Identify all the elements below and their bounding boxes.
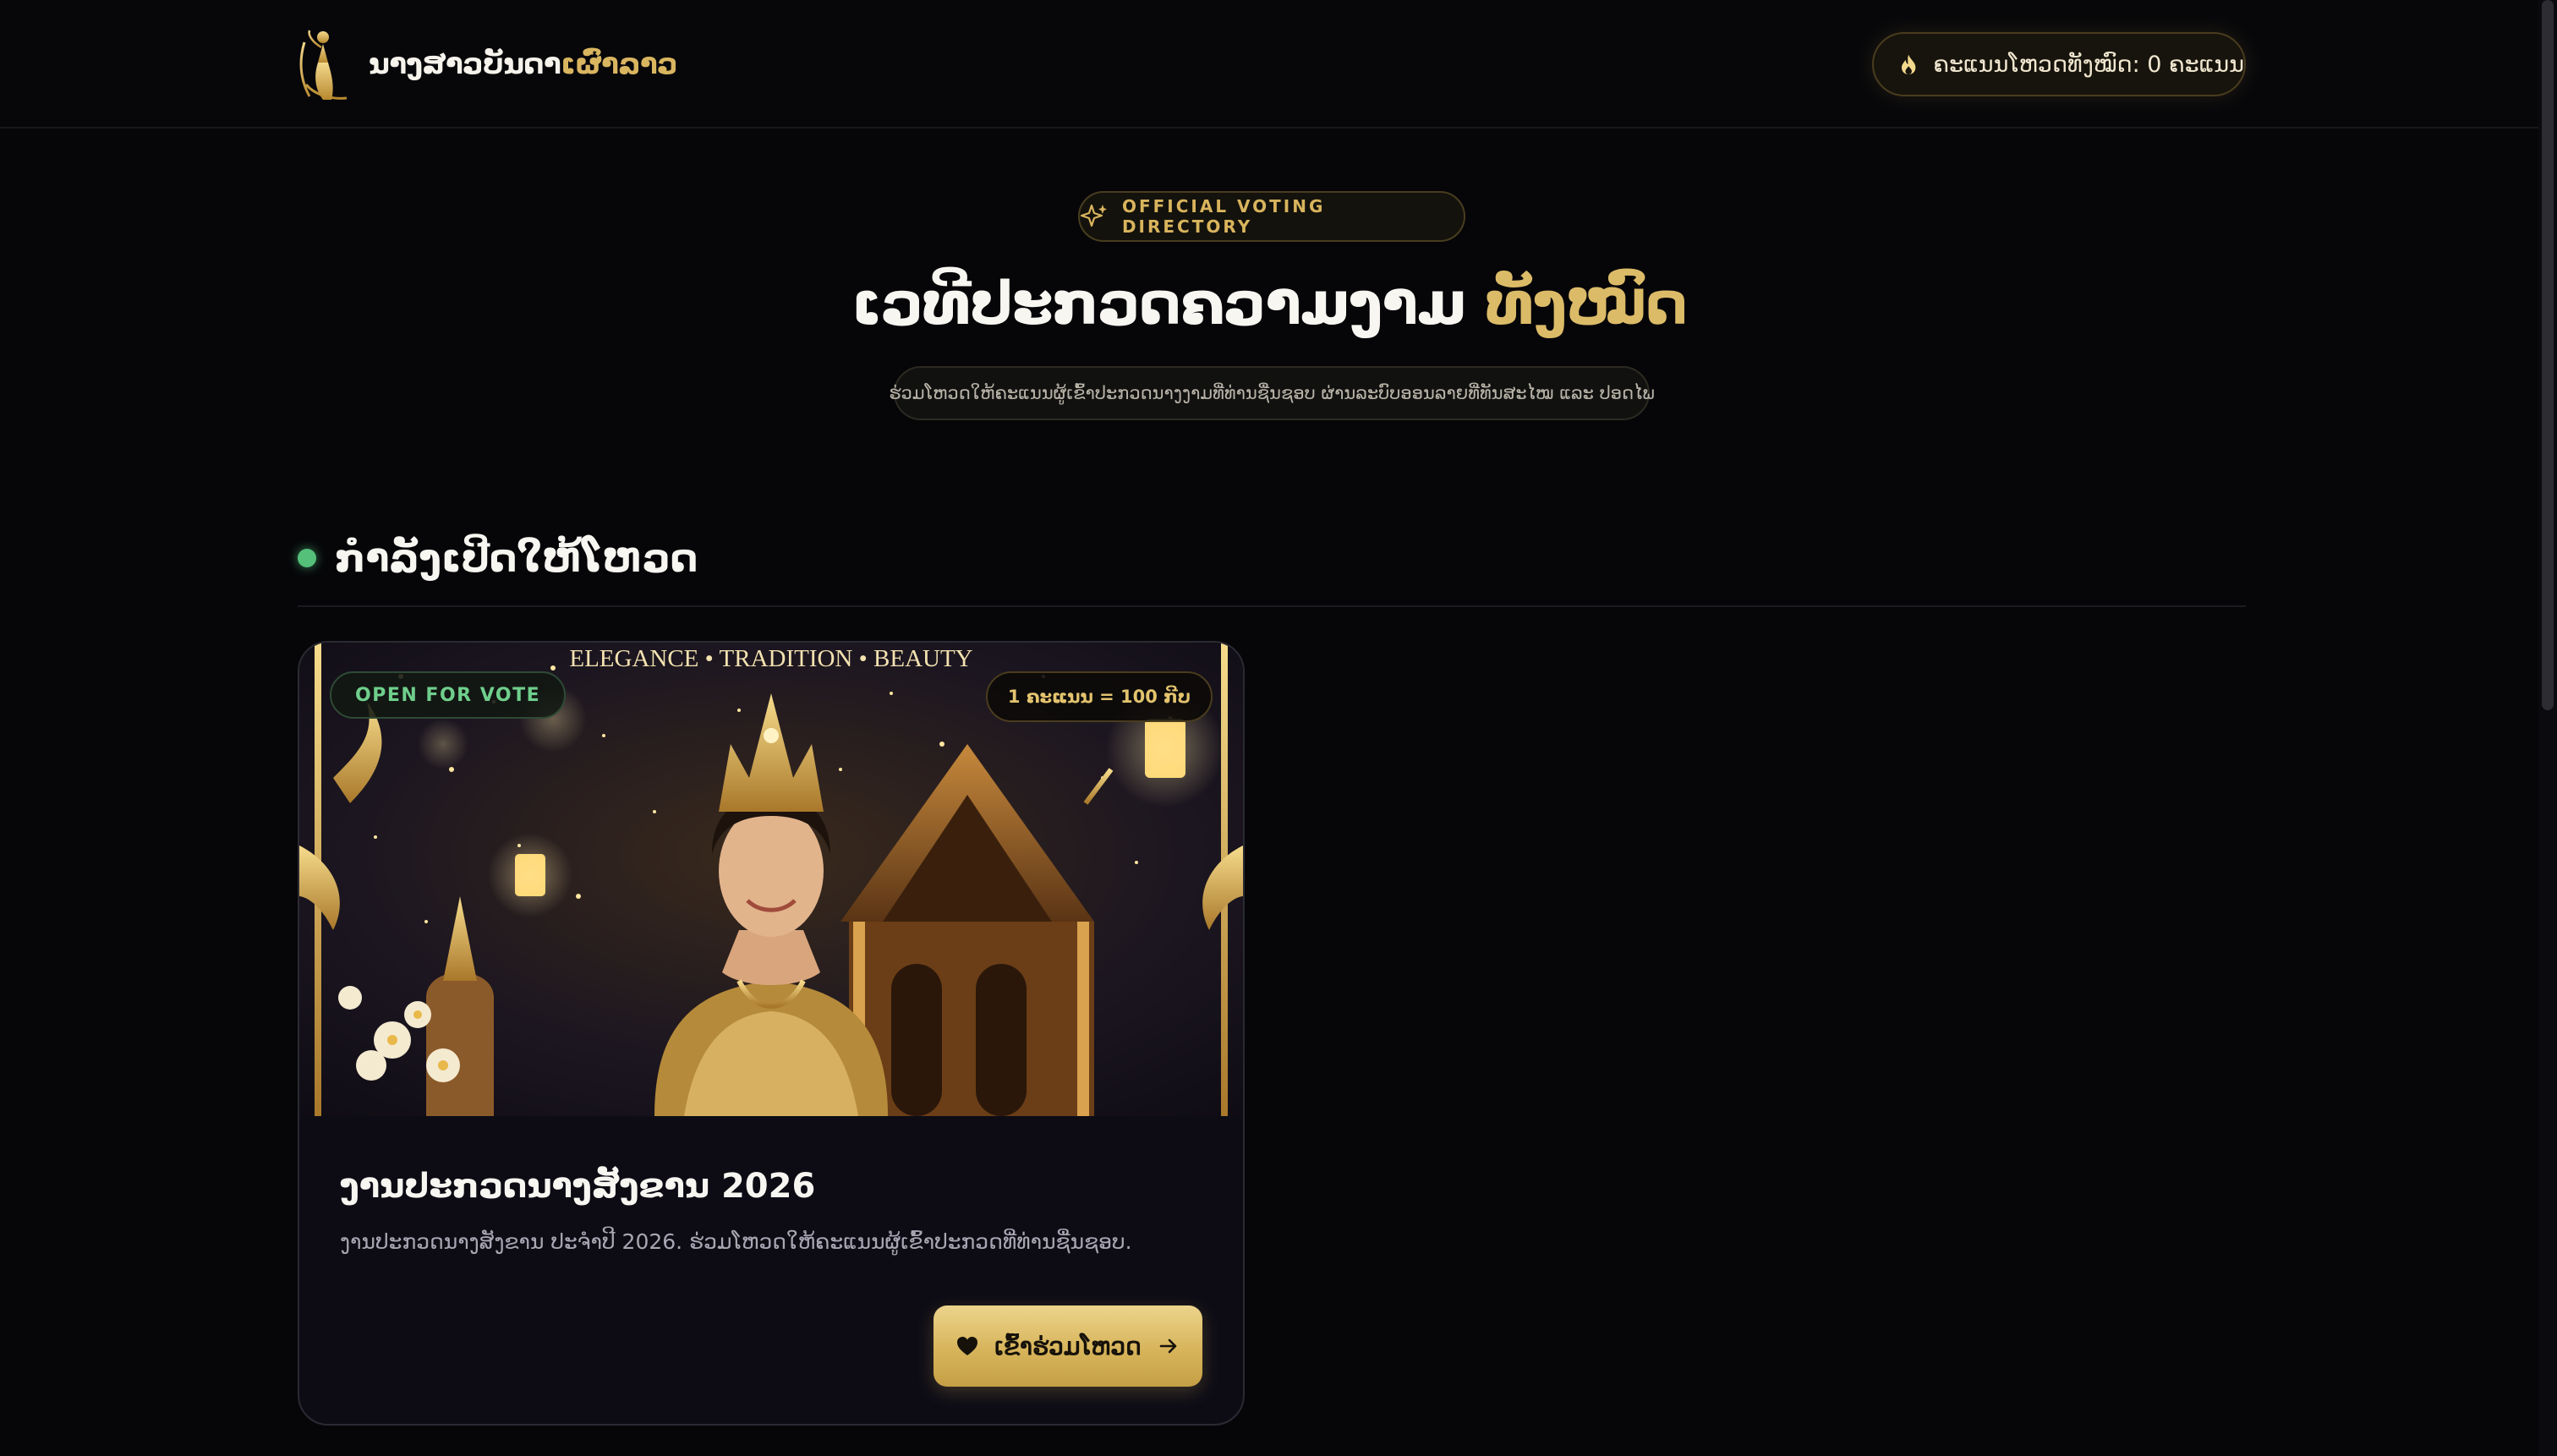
heart-icon [957,1337,978,1355]
contest-card[interactable]: ELEGANCE • TRADITION • BEAUTY OPEN FOR V… [298,641,1245,1426]
total-score-pill: ຄະແນນໂຫວດທັງໝົດ: 0 ຄະແນນ [1872,32,2246,96]
flame-icon [1901,54,1916,74]
section-header: ກຳລັງເປີດໃຫ້ໂຫວດ [298,524,698,592]
rate-badge: 1 ຄະແນນ = 100 ກີບ [985,671,1213,722]
page-subtitle: ຮ່ວມໂຫວດໃຫ້ຄະແນນຜູ້ເຂົ້າປະກວດນາງງາມທີ່ທ່… [889,366,1655,420]
sparkles-icon [1080,204,1107,227]
page-title-accent: ທັງໝົດ [1486,269,1688,338]
page-title: ເວທີປະກວດຄວາມງາມ ທັງໝົດ [0,269,2538,338]
directory-badge: OFFICIAL VOTING DIRECTORY [1078,191,1465,242]
brand-home-link[interactable]: ນາງສາວບັນດາເຜົ່າລາວ [298,25,678,103]
status-badge: OPEN FOR VOTE [330,671,567,719]
arrow-right-icon [1159,1338,1177,1354]
total-score-text: ຄະແນນໂຫວດທັງໝົດ: 0 ຄະແນນ [1933,51,2244,78]
brand-name-main: ນາງສາວບັນດາ [369,47,561,81]
page-title-main: ເວທີປະກວດຄວາມງາມ [851,269,1467,338]
section-title: ກຳລັງເປີດໃຫ້ໂຫວດ [335,535,698,581]
directory-badge-label: OFFICIAL VOTING DIRECTORY [1121,196,1326,237]
contest-description: ງານປະກວດນາງສັງຂານ ປະຈຳປີ 2026. ຮ່ວມໂຫວດໃ… [340,1229,1132,1254]
banner-caption: ELEGANCE • TRADITION • BEAUTY [569,645,972,672]
live-status-dot [298,549,316,567]
scrollbar-thumb[interactable] [2542,0,2554,710]
join-vote-label: ເຂົ້າຮ່ວມໂຫວດ [994,1333,1142,1360]
brand-name: ນາງສາວບັນດາເຜົ່າລາວ [369,47,678,81]
section-divider [298,605,2246,607]
dancer-logo-icon [299,30,348,100]
join-vote-button[interactable]: ເຂົ້າຮ່ວມໂຫວດ [934,1305,1202,1387]
scrollbar-track[interactable] [2538,0,2557,1456]
contest-title: ງານປະກວດນາງສັງຂານ 2026 [340,1167,816,1206]
top-navbar: ນາງສາວບັນດາເຜົ່າລາວ ຄະແນນໂຫວດທັງໝົດ: 0 ຄ… [0,0,2538,129]
brand-name-accent: ເຜົ່າລາວ [561,47,678,81]
